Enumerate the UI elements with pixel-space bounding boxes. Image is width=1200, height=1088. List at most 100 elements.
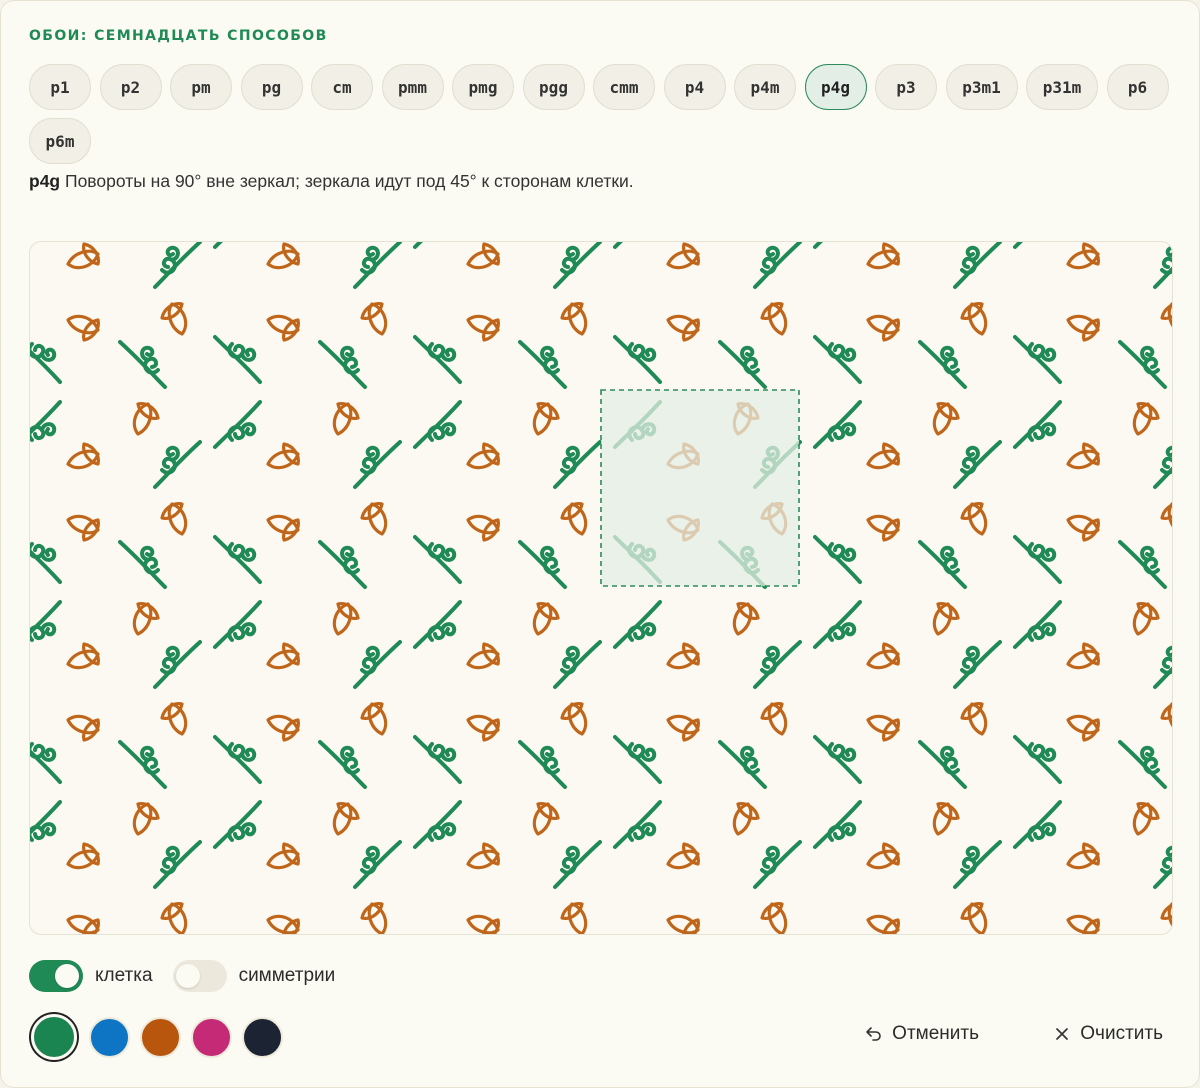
pattern-motif (413, 600, 501, 670)
pattern-motif (118, 501, 188, 589)
group-chip-p31m[interactable]: p31m (1026, 64, 1098, 110)
toggle-row: клетка симметрии (29, 959, 343, 993)
undo-button[interactable]: Отменить (864, 1023, 979, 1045)
pattern-motif (213, 400, 301, 470)
group-chip-p3[interactable]: p3 (875, 64, 937, 110)
pattern-motif (1013, 314, 1101, 384)
pattern-motif (613, 714, 701, 784)
pattern-motif (132, 242, 202, 289)
pattern-motif (613, 314, 701, 384)
close-x-icon (1052, 1024, 1072, 1044)
pattern-motif (532, 242, 602, 289)
description-code: p4g (29, 171, 61, 191)
pattern-motif (318, 901, 388, 934)
pattern-motif (918, 301, 988, 389)
pattern-motif (1132, 242, 1172, 289)
pattern-motif (318, 501, 388, 589)
clear-button[interactable]: Очистить (1052, 1023, 1163, 1045)
pattern-motif (1118, 701, 1172, 789)
symmetry-toggle-knob (175, 964, 200, 988)
pattern-motif (813, 714, 901, 784)
pattern-motif (213, 914, 301, 934)
group-chip-p4g[interactable]: p4g (804, 64, 867, 110)
color-swatch-4[interactable] (191, 1016, 232, 1058)
pattern-motif (732, 242, 802, 289)
group-chip-p4m[interactable]: p4m (734, 64, 796, 110)
undo-arrow-icon (864, 1024, 884, 1044)
pattern-motif (332, 601, 402, 689)
pattern-motif (732, 601, 802, 689)
group-chip-p6m[interactable]: p6m (29, 118, 91, 164)
group-chip-pmg[interactable]: pmg (452, 64, 514, 110)
pattern-motif (1013, 914, 1101, 934)
panel-title: ОБОИ: СЕМНАДЦАТЬ СПОСОБОВ (29, 28, 328, 44)
pattern-motif (518, 901, 588, 934)
pattern-motif (613, 800, 701, 870)
pattern-motif (932, 801, 1002, 889)
pattern-motif (532, 401, 602, 489)
pattern-motif (413, 400, 501, 470)
group-chip-p3m1[interactable]: p3m1 (945, 64, 1018, 110)
pattern-motif (30, 600, 101, 670)
pattern-motif (213, 514, 301, 584)
group-chip-cmm[interactable]: cmm (593, 64, 655, 110)
pattern-motif (918, 501, 988, 589)
pattern-motif (1013, 400, 1101, 470)
pattern-motif (118, 901, 188, 934)
pattern-motif (718, 901, 788, 934)
pattern-motif (613, 914, 701, 934)
pattern-motif (518, 301, 588, 389)
pattern-motif (30, 400, 101, 470)
group-chip-p2[interactable]: p2 (99, 64, 162, 110)
color-swatch-1[interactable] (31, 1014, 77, 1060)
pattern-motif (213, 600, 301, 670)
pattern-motif (213, 800, 301, 870)
color-swatch-3[interactable] (140, 1016, 181, 1058)
pattern-canvas[interactable] (29, 241, 1173, 935)
group-chip-cm[interactable]: cm (311, 64, 373, 110)
pattern-motif (1013, 800, 1101, 870)
pattern-motif (332, 801, 402, 889)
pattern-motif (718, 301, 788, 389)
pattern-motif (318, 701, 388, 789)
pattern-motif (532, 601, 602, 689)
pattern-motif (118, 301, 188, 389)
pattern-motif (1118, 301, 1172, 389)
pattern-motif (30, 242, 101, 270)
pattern-motif (118, 701, 188, 789)
group-description: p4g Повороты на 90° вне зеркал; зеркала … (29, 171, 634, 192)
pattern-motif (413, 514, 501, 584)
pattern-motif (518, 701, 588, 789)
group-chip-pgg[interactable]: pgg (522, 64, 585, 110)
group-chip-pg[interactable]: pg (240, 64, 303, 110)
group-chip-pmm[interactable]: pmm (381, 64, 444, 110)
pattern-motif (132, 601, 202, 689)
symmetry-toggle-label: симметрии (238, 965, 336, 986)
pattern-motif (1013, 514, 1101, 584)
pattern-motif (532, 801, 602, 889)
group-chip-list: p1 p2 pm pg cm pmm pmg pgg cmm p4 p4m p4g p3 p3m1 p31m… (29, 64, 1179, 164)
pattern-motif (332, 401, 402, 489)
pattern-motif (30, 914, 101, 934)
grid-toggle-knob (55, 964, 79, 988)
pattern-motif (213, 714, 301, 784)
pattern-motif (918, 901, 988, 934)
symmetry-toggle[interactable] (172, 960, 227, 992)
pattern-motif (1132, 801, 1172, 889)
pattern-motif (813, 914, 901, 934)
grid-toggle[interactable] (29, 960, 83, 992)
group-chip-p6[interactable]: p6 (1106, 64, 1169, 110)
pattern-svg[interactable] (30, 242, 1173, 935)
color-swatch-2[interactable] (89, 1016, 130, 1058)
group-chip-p4[interactable]: p4 (663, 64, 726, 110)
pattern-motif (413, 800, 501, 870)
pattern-motif (213, 242, 301, 270)
group-chip-p1[interactable]: p1 (29, 64, 91, 110)
color-swatch-5[interactable] (242, 1016, 283, 1058)
wallpaper-panel: ОБОИ: СЕМНАДЦАТЬ СПОСОБОВ p1 p2 pm pg cm pmm p… (0, 0, 1200, 1088)
pattern-motif (1013, 600, 1101, 670)
pattern-motif (1013, 714, 1101, 784)
group-chip-pm[interactable]: pm (170, 64, 232, 110)
unit-cell-highlight (600, 389, 800, 587)
pattern-motif (1013, 242, 1101, 270)
